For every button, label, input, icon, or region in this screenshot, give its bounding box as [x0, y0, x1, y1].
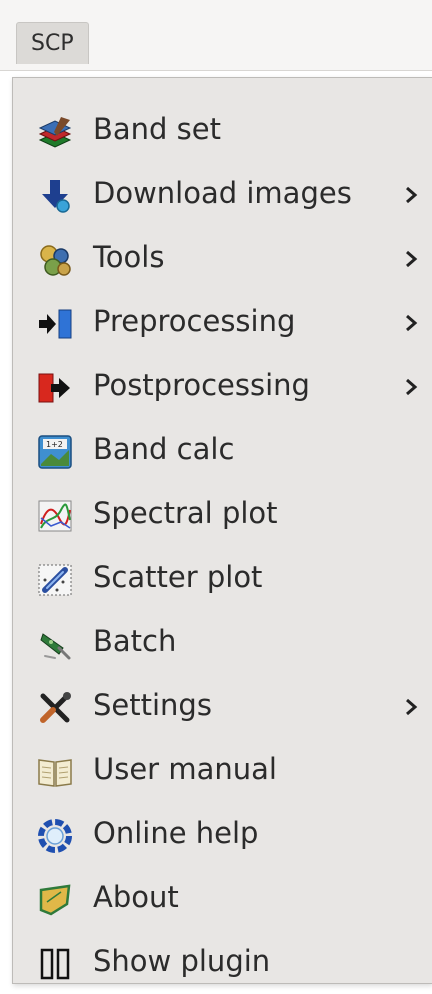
menu-item-user-manual[interactable]: User manual	[13, 738, 432, 802]
chevron-right-icon	[401, 696, 421, 718]
tools-icon	[37, 242, 73, 278]
spectral-plot-icon	[37, 498, 73, 534]
menu-item-label: Scatter plot	[93, 560, 263, 594]
user-manual-icon	[37, 754, 73, 790]
svg-text:1+2: 1+2	[46, 440, 63, 449]
menu-item-label: Online help	[93, 816, 259, 850]
menu-item-postprocessing[interactable]: Postprocessing	[13, 354, 432, 418]
scp-dropdown-menu: Band set Download images Tools Preproces…	[12, 77, 432, 984]
show-plugin-icon	[37, 946, 73, 982]
postprocessing-icon	[37, 370, 73, 406]
chevron-right-icon	[401, 312, 421, 334]
menu-item-scatter-plot[interactable]: Scatter plot	[13, 546, 432, 610]
menu-item-tools[interactable]: Tools	[13, 226, 432, 290]
menu-bar: SCP	[0, 0, 432, 71]
settings-icon	[37, 690, 73, 726]
menu-item-settings[interactable]: Settings	[13, 674, 432, 738]
batch-icon	[37, 626, 73, 662]
menu-item-band-set[interactable]: Band set	[13, 98, 432, 162]
band-calc-icon: 1+2	[37, 434, 73, 470]
chevron-right-icon	[401, 248, 421, 270]
menu-item-batch[interactable]: Batch	[13, 610, 432, 674]
menu-item-spectral-plot[interactable]: Spectral plot	[13, 482, 432, 546]
menu-item-online-help[interactable]: Online help	[13, 802, 432, 866]
menu-item-label: Band calc	[93, 432, 235, 466]
menu-item-label: Band set	[93, 112, 221, 146]
menu-item-preprocessing[interactable]: Preprocessing	[13, 290, 432, 354]
chevron-right-icon	[401, 376, 421, 398]
menu-item-label: Batch	[93, 624, 177, 658]
scatter-plot-icon	[37, 562, 73, 598]
about-icon	[37, 882, 73, 918]
menu-item-download-images[interactable]: Download images	[13, 162, 432, 226]
menu-item-band-calc[interactable]: 1+2 Band calc	[13, 418, 432, 482]
menu-item-label: Show plugin	[93, 944, 271, 978]
preprocessing-icon	[37, 306, 73, 342]
menu-item-label: About	[93, 880, 179, 914]
menu-item-show-plugin[interactable]: Show plugin	[13, 930, 432, 994]
band-set-icon	[37, 114, 73, 150]
chevron-right-icon	[401, 184, 421, 206]
menu-item-label: Download images	[93, 176, 352, 210]
menu-item-about[interactable]: About	[13, 866, 432, 930]
menu-item-label: Postprocessing	[93, 368, 310, 402]
download-icon	[37, 178, 73, 214]
scp-menu-button[interactable]: SCP	[16, 22, 89, 64]
online-help-icon	[37, 818, 73, 854]
menu-item-label: Settings	[93, 688, 212, 722]
menu-item-label: Tools	[93, 240, 165, 274]
menu-item-label: User manual	[93, 752, 277, 786]
menu-item-label: Spectral plot	[93, 496, 278, 530]
menu-item-label: Preprocessing	[93, 304, 296, 338]
